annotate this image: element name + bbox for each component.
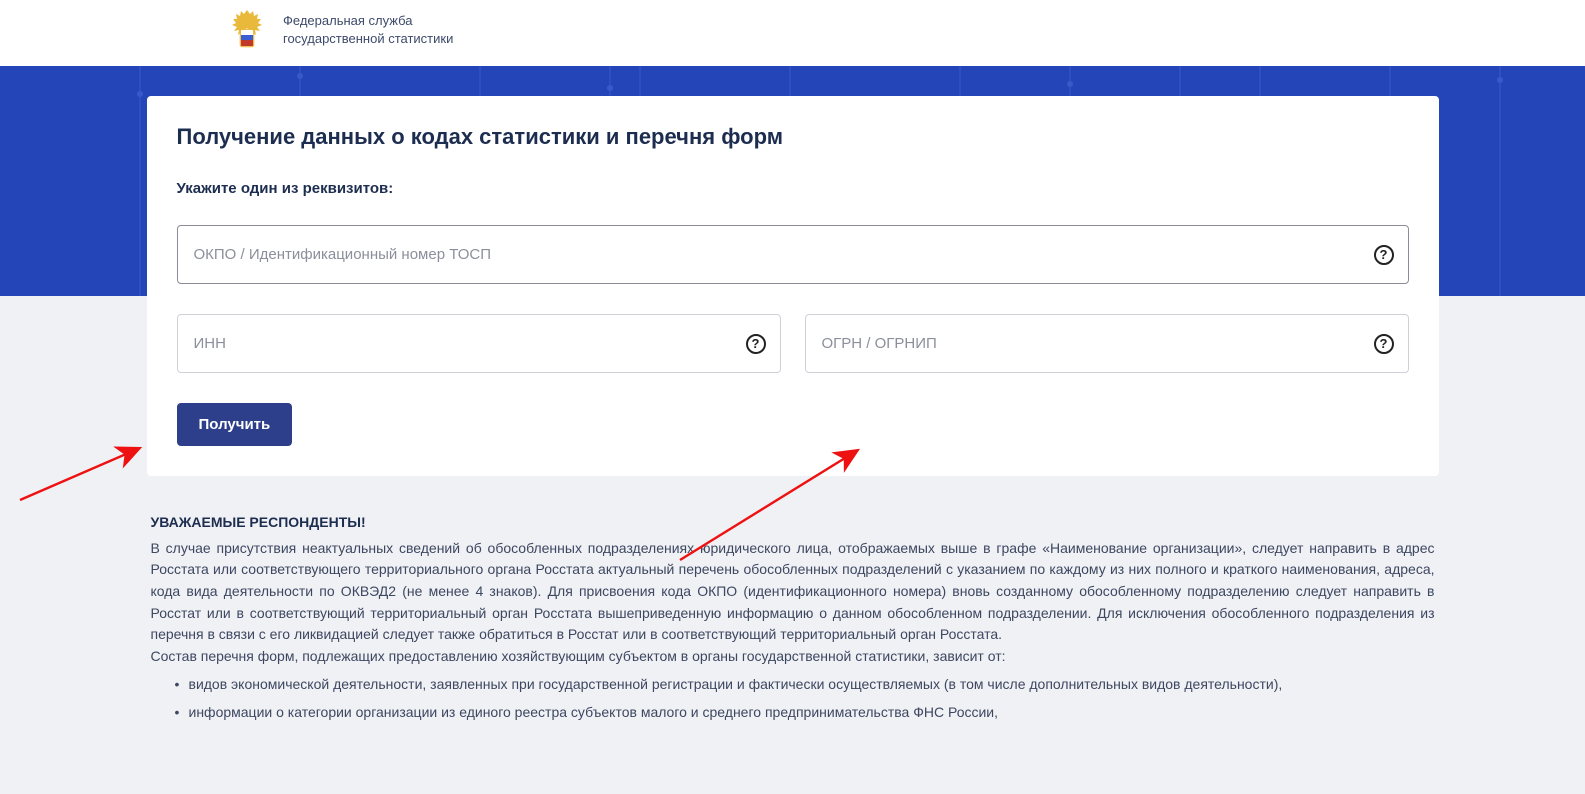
info-bullet-item: видов экономической деятельности, заявле… xyxy=(189,674,1435,696)
query-card: Получение данных о кодах статистики и пе… xyxy=(147,96,1439,476)
inn-input[interactable] xyxy=(178,315,780,372)
info-paragraph-1: В случае присутствия неактуальных сведен… xyxy=(151,538,1435,646)
site-header: Федеральная служба государственной стати… xyxy=(0,0,1585,66)
logo-area: Федеральная служба государственной стати… xyxy=(225,8,453,52)
secondary-fields-row: ? ? xyxy=(177,314,1409,373)
inn-field-wrap: ? xyxy=(177,314,781,373)
info-paragraph-2: Состав перечня форм, подлежащих предоста… xyxy=(151,646,1435,668)
org-name-line1: Федеральная служба xyxy=(283,12,453,30)
card-subtitle: Укажите один из реквизитов: xyxy=(177,180,1409,197)
info-heading: УВАЖАЕМЫЕ РЕСПОНДЕНТЫ! xyxy=(151,512,1435,534)
org-name-line2: государственной статистики xyxy=(283,30,453,48)
okpo-field-wrap: ? xyxy=(177,225,1409,284)
info-block: УВАЖАЕМЫЕ РЕСПОНДЕНТЫ! В случае присутст… xyxy=(147,512,1439,749)
ogrn-input[interactable] xyxy=(806,315,1408,372)
ogrn-field-wrap: ? xyxy=(805,314,1409,373)
info-bullet-item: информации о категории организации из ед… xyxy=(189,702,1435,724)
rosstat-emblem-icon xyxy=(225,8,269,52)
submit-button[interactable]: Получить xyxy=(177,403,293,446)
info-bullet-list: видов экономической деятельности, заявле… xyxy=(151,674,1435,723)
org-name: Федеральная служба государственной стати… xyxy=(283,12,453,47)
inn-help-icon[interactable]: ? xyxy=(746,334,766,354)
ogrn-help-icon[interactable]: ? xyxy=(1374,334,1394,354)
card-title: Получение данных о кодах статистики и пе… xyxy=(177,124,1409,150)
okpo-help-icon[interactable]: ? xyxy=(1374,245,1394,265)
okpo-input[interactable] xyxy=(178,226,1408,283)
